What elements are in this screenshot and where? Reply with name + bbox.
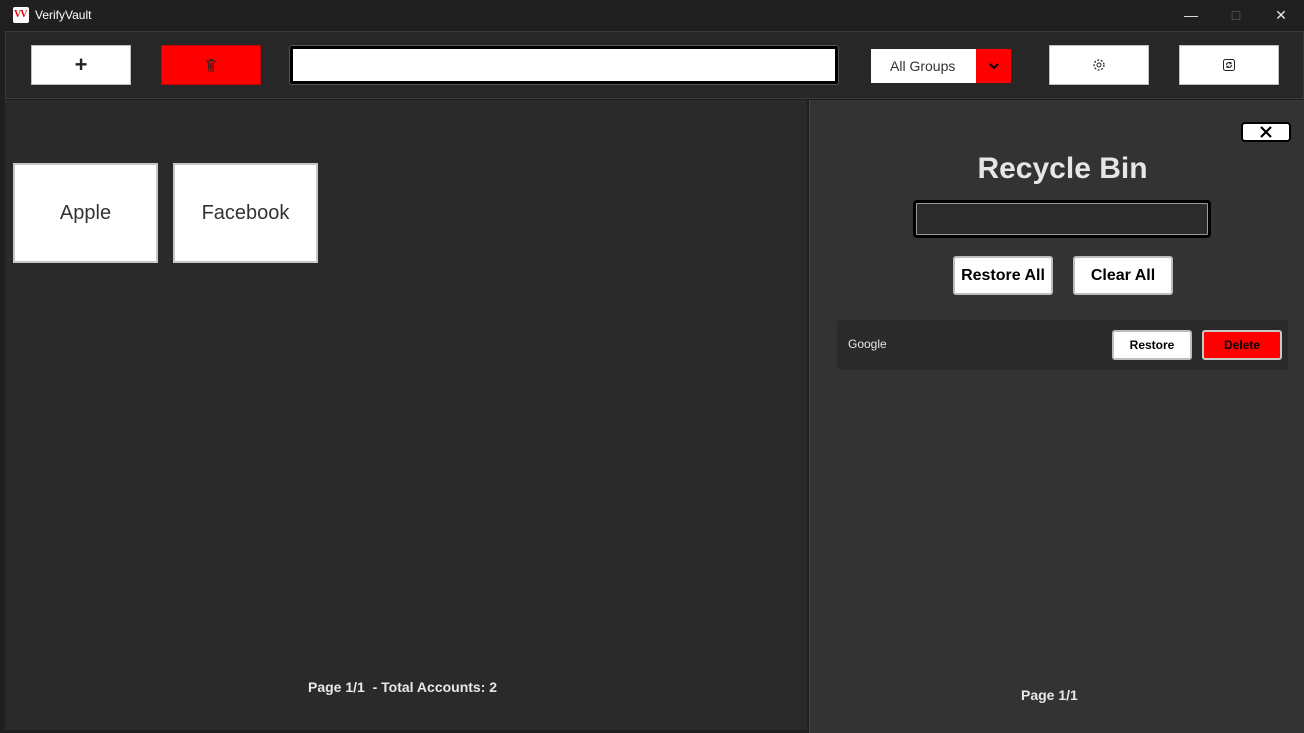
group-select[interactable]: All Groups [871, 49, 1011, 83]
deleted-account-name: Google [848, 337, 887, 351]
minimize-icon: — [1184, 7, 1198, 23]
maximize-icon: □ [1231, 7, 1241, 23]
recycle-bin-search-input[interactable] [913, 200, 1211, 238]
refresh-button[interactable] [1179, 45, 1279, 85]
recycle-bin-icon [206, 59, 216, 72]
account-card-label: Apple [59, 201, 112, 224]
search-input[interactable] [290, 46, 838, 84]
restore-button[interactable]: Restore [1112, 330, 1192, 360]
chevron-down-icon[interactable] [976, 49, 1011, 83]
plus-icon: + [74, 52, 88, 77]
app-logo-icon: VV [13, 7, 29, 23]
recycle-bin-title: Recycle Bin [977, 152, 1148, 185]
delete-button[interactable]: Delete [1202, 330, 1282, 360]
group-select-value: All Groups [890, 58, 956, 74]
recycle-bin-close-button[interactable] [1241, 122, 1291, 142]
recycle-bin-button[interactable] [161, 45, 261, 85]
account-card[interactable]: Facebook [173, 163, 318, 263]
title-bar: VV VerifyVault — □ ✕ [0, 0, 1304, 30]
window-close-button[interactable]: ✕ [1258, 0, 1304, 30]
list-item: Google Restore Delete [837, 320, 1288, 370]
settings-button[interactable] [1049, 45, 1149, 85]
restore-all-button[interactable]: Restore All [953, 256, 1053, 295]
account-card-label: Facebook [201, 201, 290, 224]
accounts-page-info: Page 1/1 - Total Accounts: 2 [308, 679, 498, 695]
refresh-icon [1223, 59, 1235, 71]
gear-icon [1093, 59, 1105, 71]
toolbar: + All Groups [5, 31, 1304, 99]
close-icon: ✕ [1275, 6, 1287, 23]
app-logo-text: VV [14, 9, 27, 20]
clear-all-button[interactable]: Clear All [1073, 256, 1173, 295]
recycle-bin-page-info: Page 1/1 [1021, 687, 1078, 703]
recycle-bin-panel: Recycle Bin Restore All Clear All Google… [809, 100, 1304, 733]
account-card[interactable]: Apple [13, 163, 158, 263]
window-title: VerifyVault [35, 8, 92, 22]
add-account-button[interactable]: + [31, 45, 131, 85]
close-icon [1260, 126, 1272, 138]
accounts-pane: Apple Facebook Page 1/1 - Total Accounts… [5, 100, 807, 730]
minimize-button[interactable]: — [1168, 0, 1214, 30]
maximize-button[interactable]: □ [1213, 0, 1259, 30]
